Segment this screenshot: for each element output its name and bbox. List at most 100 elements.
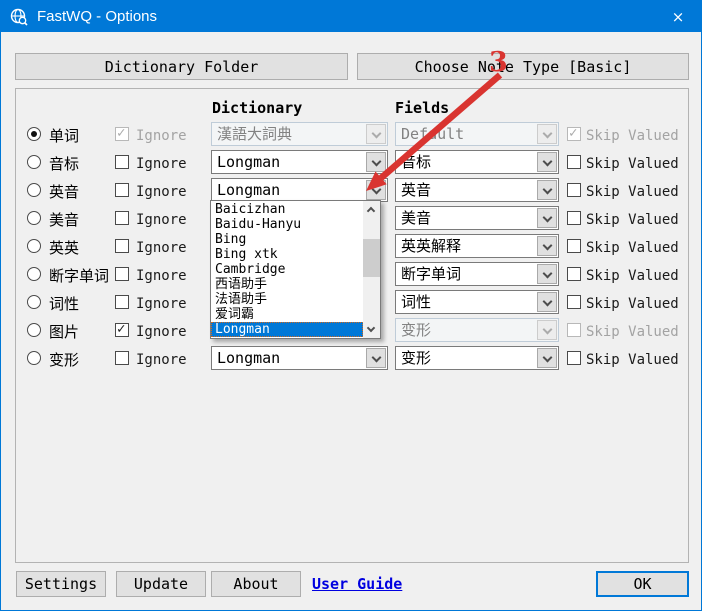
title-bar: FastWQ - Options × [1, 1, 701, 32]
window-title: FastWQ - Options [37, 8, 157, 25]
ignore-label: Ignore [136, 183, 187, 201]
radio-pos[interactable] [27, 295, 41, 309]
skip-valued-checkbox[interactable]: ✓ [567, 155, 581, 169]
dictionary-value: Longman [217, 181, 280, 199]
ignore-label: Ignore [136, 239, 187, 257]
ignore-label: Ignore [136, 127, 187, 145]
field-value: 变形 [401, 349, 431, 367]
dictionary-column-header: Dictionary [212, 99, 302, 117]
field-select[interactable]: 英英解释 [395, 234, 559, 258]
skip-valued-checkbox[interactable]: ✓ [567, 351, 581, 365]
close-button[interactable]: × [655, 1, 701, 32]
radio-us-audio[interactable] [27, 211, 41, 225]
dropdown-option[interactable]: 法语助手 [211, 292, 363, 307]
dropdown-option-selected[interactable]: Longman [211, 322, 363, 337]
ignore-checkbox[interactable]: ✓ [115, 295, 129, 309]
dropdown-option[interactable]: Baidu-Hanyu [211, 217, 363, 232]
ignore-checkbox[interactable]: ✓ [115, 183, 129, 197]
app-globe-icon [10, 8, 28, 26]
ignore-checkbox[interactable]: ✓ [115, 155, 129, 169]
dictionary-select: 漢語大詞典 [211, 122, 388, 146]
radio-hyphen-word[interactable] [27, 267, 41, 281]
dropdown-option[interactable]: Bing [211, 232, 363, 247]
dictionary-select-open[interactable]: Longman [211, 178, 388, 202]
field-select[interactable]: 词性 [395, 290, 559, 314]
radio-en-def[interactable] [27, 239, 41, 253]
skip-valued-checkbox[interactable]: ✓ [567, 267, 581, 281]
dropdown-option[interactable]: Cambridge [211, 262, 363, 277]
scrollbar-thumb[interactable] [363, 239, 380, 277]
ignore-label: Ignore [136, 351, 187, 369]
skip-valued-label: Skip Valued [586, 183, 679, 201]
choose-note-type-button[interactable]: Choose Note Type [Basic] [357, 53, 689, 80]
field-select[interactable]: 音标 [395, 150, 559, 174]
skip-valued-checkbox[interactable]: ✓ [567, 239, 581, 253]
radio-dot [31, 131, 37, 137]
dictionary-select[interactable]: Longman [211, 346, 388, 370]
field-value: Default [401, 125, 464, 143]
field-select[interactable]: 变形 [395, 346, 559, 370]
radio-image[interactable] [27, 323, 41, 337]
update-button[interactable]: Update [116, 571, 206, 597]
field-value: 美音 [401, 209, 431, 227]
ignore-label: Ignore [136, 323, 187, 341]
ignore-checkbox[interactable]: ✓ [115, 239, 129, 253]
option-row-word: 单词 ✓ Ignore 漢語大詞典 Default ✓ Skip Valued [16, 122, 688, 150]
check-icon: ✓ [117, 321, 125, 337]
ignore-checkbox[interactable]: ✓ [115, 351, 129, 365]
dropdown-option[interactable]: 爱词霸 [211, 307, 363, 322]
row-label: 英英 [49, 238, 79, 258]
radio-inflection[interactable] [27, 351, 41, 365]
options-dialog: FastWQ - Options × Dictionary Folder Cho… [0, 0, 702, 611]
dictionary-dropdown-list: Baicizhan Baidu-Hanyu Bing Bing xtk Camb… [210, 200, 381, 339]
ignore-label: Ignore [136, 295, 187, 313]
radio-word[interactable] [27, 127, 41, 141]
skip-valued-label: Skip Valued [586, 351, 679, 369]
dictionary-value: Longman [217, 349, 280, 367]
option-row-phonetic: 音标 ✓ Ignore Longman 音标 ✓ Skip Valued [16, 150, 688, 178]
ignore-label: Ignore [136, 267, 187, 285]
row-label: 美音 [49, 210, 79, 230]
check-icon: ✓ [117, 125, 125, 141]
ignore-checkbox[interactable]: ✓ [115, 211, 129, 225]
skip-valued-checkbox[interactable]: ✓ [567, 183, 581, 197]
user-guide-link[interactable]: User Guide [312, 575, 402, 593]
dropdown-option[interactable]: Bing xtk [211, 247, 363, 262]
dictionary-select[interactable]: Longman [211, 150, 388, 174]
ignore-checkbox: ✓ [115, 127, 129, 141]
radio-uk-audio[interactable] [27, 183, 41, 197]
row-label: 音标 [49, 154, 79, 174]
ignore-label: Ignore [136, 155, 187, 173]
field-select: 变形 [395, 318, 559, 342]
ignore-checkbox[interactable]: ✓ [115, 323, 129, 337]
skip-valued-label: Skip Valued [586, 155, 679, 173]
row-label: 图片 [49, 322, 79, 342]
annotation-step-number: 3 [489, 47, 508, 78]
field-select[interactable]: 英音 [395, 178, 559, 202]
scroll-down-icon[interactable] [363, 321, 380, 338]
radio-phonetic[interactable] [27, 155, 41, 169]
dropdown-items: Baicizhan Baidu-Hanyu Bing Bing xtk Camb… [211, 202, 363, 337]
ok-button[interactable]: OK [596, 571, 689, 597]
field-select: Default [395, 122, 559, 146]
dictionary-value: 漢語大詞典 [217, 125, 292, 143]
settings-button[interactable]: Settings [16, 571, 106, 597]
skip-valued-checkbox[interactable]: ✓ [567, 211, 581, 225]
field-select[interactable]: 断字单词 [395, 262, 559, 286]
scroll-up-icon[interactable] [363, 201, 380, 218]
skip-valued-label: Skip Valued [586, 239, 679, 257]
dropdown-option[interactable]: Baicizhan [211, 202, 363, 217]
dictionary-folder-button[interactable]: Dictionary Folder [15, 53, 348, 80]
dropdown-scrollbar[interactable] [363, 201, 380, 338]
row-label: 词性 [49, 294, 79, 314]
row-label: 变形 [49, 350, 79, 370]
dropdown-option[interactable]: 西语助手 [211, 277, 363, 292]
skip-valued-label: Skip Valued [586, 295, 679, 313]
skip-valued-checkbox[interactable]: ✓ [567, 295, 581, 309]
about-button[interactable]: About [211, 571, 301, 597]
field-select[interactable]: 美音 [395, 206, 559, 230]
skip-valued-label: Skip Valued [586, 267, 679, 285]
ignore-checkbox[interactable]: ✓ [115, 267, 129, 281]
skip-valued-label: Skip Valued [586, 127, 679, 145]
field-value: 词性 [401, 293, 431, 311]
